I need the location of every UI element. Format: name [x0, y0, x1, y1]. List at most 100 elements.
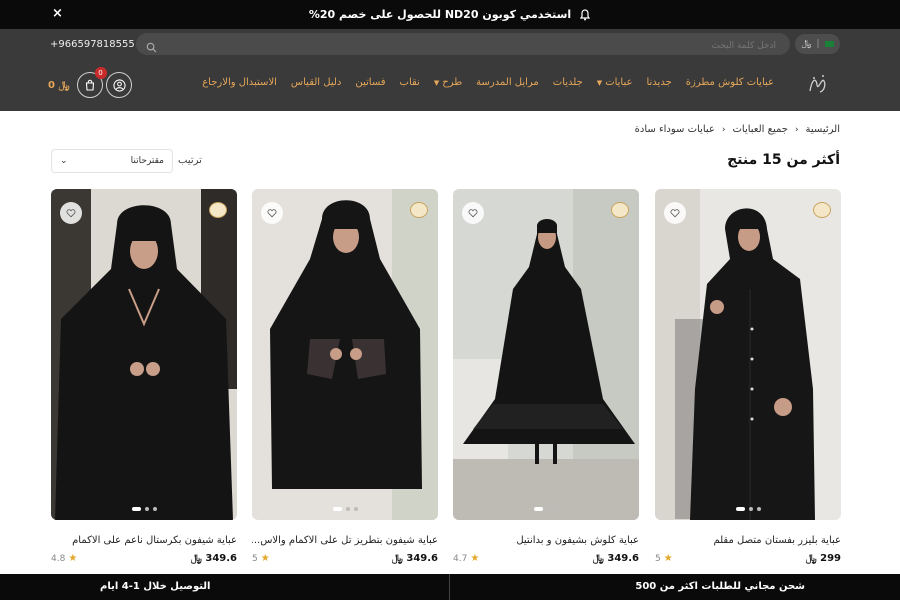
image-carousel-dots[interactable]: [252, 507, 438, 511]
search-row: +966597818555 ﷼ |: [0, 29, 900, 59]
breadcrumb-item: عبايات سوداء سادة: [634, 124, 715, 135]
carousel-dot[interactable]: [353, 507, 358, 511]
product-name[interactable]: عباية بليزر بفستان متصل مقلم: [655, 535, 841, 546]
wishlist-heart-icon[interactable]: [462, 202, 484, 224]
product-image[interactable]: [655, 189, 841, 520]
account-button[interactable]: [106, 72, 132, 98]
product-meta: 5 ★ 299 ﷼: [655, 553, 841, 564]
product-price: 349.6 ﷼: [391, 553, 438, 564]
rating-value: 4.7: [453, 553, 468, 564]
product-image[interactable]: [51, 189, 237, 520]
carousel-dot[interactable]: [144, 507, 149, 511]
brand-stamp-icon: [209, 202, 227, 218]
bag-icon: [85, 79, 94, 91]
product-name[interactable]: عباية شيفون بكرستال ناعم على الاكمام: [51, 535, 237, 546]
nav-item[interactable]: نقاب: [400, 77, 420, 88]
brand-stamp-icon: [611, 202, 629, 218]
chevron-down-icon: ▼: [596, 78, 603, 87]
wishlist-heart-icon[interactable]: [261, 202, 283, 224]
product-card[interactable]: عباية كلوش بشيفون و بدانتيل 4.7 ★ 349.6 ﷼: [453, 189, 639, 569]
search-box[interactable]: [136, 33, 790, 57]
product-rating: 4.7 ★: [453, 553, 479, 564]
carousel-dot[interactable]: [756, 507, 761, 511]
announcement-text: استخدمي كوبون ND20 للحصول على خصم 20%: [308, 8, 572, 21]
breadcrumb-item[interactable]: الرئيسية: [806, 124, 840, 135]
nav-item[interactable]: جديدنا: [646, 77, 671, 88]
chevron-left-icon: ‹: [794, 124, 799, 135]
nav-item[interactable]: طرح ▼: [434, 77, 462, 88]
image-carousel-dots[interactable]: [453, 507, 639, 511]
search-input[interactable]: [136, 35, 790, 57]
breadcrumb: الرئيسية ‹ جميع العبايات ‹ عبايات سوداء …: [635, 124, 840, 135]
chevron-down-icon: ⌄: [60, 156, 68, 166]
saudi-flag-icon: [824, 41, 834, 47]
carousel-dot[interactable]: [554, 507, 559, 511]
product-image[interactable]: [453, 189, 639, 520]
nav-item[interactable]: عبايات ▼: [597, 77, 633, 88]
image-carousel-dots[interactable]: [655, 507, 841, 511]
shipping-info-bar: التوصيل خلال 1-4 ايام شحن مجاني للطلبات …: [0, 574, 900, 600]
product-count-title: أكثر من 15 منتج: [727, 152, 840, 168]
carousel-dot[interactable]: [332, 507, 342, 511]
divider: [449, 574, 450, 600]
nav-item[interactable]: دليل القياس: [291, 77, 341, 88]
product-card[interactable]: عباية شيفون بكرستال ناعم على الاكمام 4.8…: [51, 189, 237, 569]
site-header: +966597818555 ﷼ | 0 ﷼: [0, 29, 900, 111]
product-card[interactable]: عباية شيفون بتطريز تل على الاكمام والاس.…: [252, 189, 438, 569]
nav-item[interactable]: عبايات كلوش مطرزة: [686, 77, 774, 88]
cart-total: 0 ﷼: [48, 79, 70, 91]
product-price: 349.6 ﷼: [190, 553, 237, 564]
carousel-dot[interactable]: [533, 507, 543, 511]
nav-item[interactable]: الاستبدال والارجاع: [202, 77, 277, 88]
carousel-dot[interactable]: [345, 507, 350, 511]
announcement-message: استخدمي كوبون ND20 للحصول على خصم 20%: [309, 8, 591, 21]
breadcrumb-item[interactable]: جميع العبايات: [732, 124, 787, 135]
nav-item[interactable]: جلديات: [553, 77, 583, 88]
sort-value: مقترحاتنا: [130, 156, 164, 166]
user-icon: [112, 78, 126, 92]
nav-row: 0 ﷼ 0 عبايات كلوش مطرزة جديدنا عبايات ▼ ج…: [0, 59, 900, 111]
product-card[interactable]: عباية بليزر بفستان متصل مقلم 5 ★ 299 ﷼: [655, 189, 841, 569]
product-meta: 5 ★ 349.6 ﷼: [252, 553, 438, 564]
star-icon: ★: [663, 553, 673, 564]
main-nav: عبايات كلوش مطرزة جديدنا عبايات ▼ جلديات …: [202, 77, 774, 88]
image-carousel-dots[interactable]: [51, 507, 237, 511]
wishlist-heart-icon[interactable]: [60, 202, 82, 224]
sort-label: ترتيب: [178, 155, 202, 166]
cart-count-badge: 0: [94, 67, 107, 79]
product-rating: 5 ★: [655, 553, 673, 564]
page: × استخدمي كوبون ND20 للحصول على خصم 20% …: [0, 0, 900, 600]
product-name[interactable]: عباية كلوش بشيفون و بدانتيل: [453, 535, 639, 546]
product-price: 299 ﷼: [805, 553, 841, 564]
brand-stamp-icon: [813, 202, 831, 218]
star-icon: ★: [68, 553, 78, 564]
nav-item[interactable]: مرايل المدرسة: [476, 77, 539, 88]
close-announcement-button[interactable]: ×: [52, 6, 63, 21]
sort-select[interactable]: ⌄ مقترحاتنا: [51, 149, 173, 173]
nav-item[interactable]: فساتين: [355, 77, 385, 88]
carousel-dot[interactable]: [735, 507, 745, 511]
bell-icon: [579, 8, 591, 21]
star-icon: ★: [470, 553, 480, 564]
cart-button[interactable]: 0: [76, 67, 107, 98]
carousel-dot[interactable]: [748, 507, 753, 511]
brand-logo[interactable]: [803, 70, 833, 100]
search-icon[interactable]: [146, 38, 157, 57]
currency-selector[interactable]: ﷼ |: [795, 34, 840, 54]
delivery-time-text: التوصيل خلال 1-4 ايام: [100, 581, 211, 592]
divider: |: [816, 39, 820, 49]
carousel-dot[interactable]: [152, 507, 157, 511]
chevron-left-icon: ‹: [721, 124, 726, 135]
rating-value: 5: [655, 553, 661, 564]
wishlist-heart-icon[interactable]: [664, 202, 686, 224]
carousel-dot[interactable]: [546, 507, 551, 511]
product-image[interactable]: [252, 189, 438, 520]
phone-number[interactable]: +966597818555: [50, 39, 135, 50]
announcement-bar: × استخدمي كوبون ND20 للحصول على خصم 20%: [0, 0, 900, 29]
cart[interactable]: 0 ﷼ 0: [48, 67, 107, 98]
star-icon: ★: [260, 553, 270, 564]
free-shipping-text: شحن مجاني للطلبات اكثر من 500: [635, 581, 805, 592]
rating-value: 4.8: [51, 553, 66, 564]
carousel-dot[interactable]: [131, 507, 141, 511]
product-name[interactable]: عباية شيفون بتطريز تل على الاكمام والاس.…: [252, 535, 438, 546]
